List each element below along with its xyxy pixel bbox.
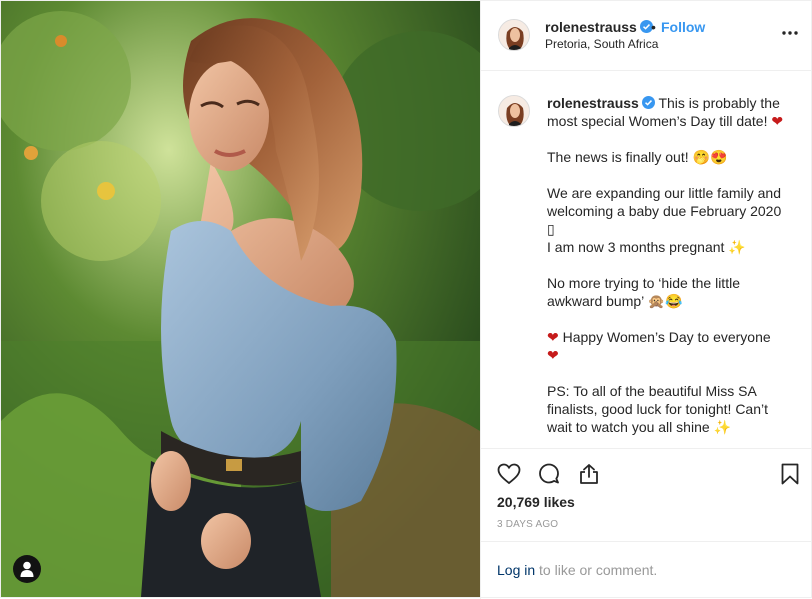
- share-upload-icon[interactable]: [577, 462, 601, 486]
- post-photo[interactable]: [1, 1, 480, 597]
- instagram-post: rolenestrauss • Follow Pretoria, South A…: [0, 0, 812, 599]
- caption-line: awkward bump’ 🙊😂: [547, 293, 683, 309]
- person-icon: [20, 561, 34, 577]
- verified-badge-icon: [641, 96, 655, 109]
- likes-count[interactable]: 20,769 likes: [497, 494, 575, 510]
- bookmark-icon[interactable]: [778, 462, 802, 486]
- caption-area: rolenestrauss This is probably the most …: [481, 71, 812, 449]
- caption-line: welcoming a baby due February 2020: [547, 203, 782, 219]
- heart-outline-icon[interactable]: [497, 462, 521, 486]
- caption-line: The news is finally out! 🤭😍: [547, 149, 728, 165]
- more-horizontal-icon[interactable]: [782, 31, 798, 35]
- caption-line: finalists, good luck for tonight! Can’t: [547, 401, 769, 417]
- caption-line-text: This is probably the: [658, 95, 780, 111]
- post-header: rolenestrauss • Follow Pretoria, South A…: [481, 1, 812, 71]
- post-sidebar: rolenestrauss • Follow Pretoria, South A…: [480, 1, 812, 599]
- caption-line: ❤ Happy Women’s Day to everyone: [547, 329, 771, 345]
- caption-line: No more trying to ‘hide the little: [547, 275, 740, 291]
- follow-separator: •: [651, 19, 656, 35]
- follow-button[interactable]: Follow: [661, 19, 705, 35]
- comment-bar: Log in to like or comment.: [481, 541, 812, 599]
- location-link[interactable]: Pretoria, South Africa: [545, 37, 658, 51]
- user-tag-button[interactable]: [13, 555, 41, 583]
- avatar-image: [499, 96, 529, 126]
- caption-line: PS: To all of the beautiful Miss SA: [547, 383, 757, 399]
- action-bar: 20,769 likes 3 DAYS AGO: [481, 448, 812, 541]
- caption-line: wait to watch you all shine ✨: [547, 419, 731, 435]
- caption-username[interactable]: rolenestrauss: [547, 95, 639, 111]
- caption-line: We are expanding our little family and: [547, 185, 781, 201]
- username-text: rolenestrauss: [545, 19, 637, 35]
- caption-line: rolenestrauss This is probably the: [547, 94, 797, 112]
- avatar[interactable]: [498, 19, 530, 51]
- login-link[interactable]: Log in: [497, 562, 535, 578]
- caption-line: most special Women’s Day till date! ❤: [547, 113, 784, 129]
- caption-line: ▯: [547, 221, 555, 237]
- username-link[interactable]: rolenestrauss: [545, 19, 653, 35]
- avatar-image: [499, 20, 529, 50]
- caption-avatar[interactable]: [498, 95, 530, 127]
- post-caption: rolenestrauss This is probably the most …: [547, 94, 797, 436]
- timestamp[interactable]: 3 DAYS AGO: [497, 519, 558, 530]
- woman-portrait-image: [1, 1, 480, 597]
- caption-line: ❤: [547, 347, 559, 363]
- caption-line: I am now 3 months pregnant ✨: [547, 239, 746, 255]
- comment-bubble-icon[interactable]: [537, 462, 561, 486]
- login-prompt: Log in to like or comment.: [497, 562, 657, 578]
- login-prompt-text: to like or comment.: [535, 562, 658, 578]
